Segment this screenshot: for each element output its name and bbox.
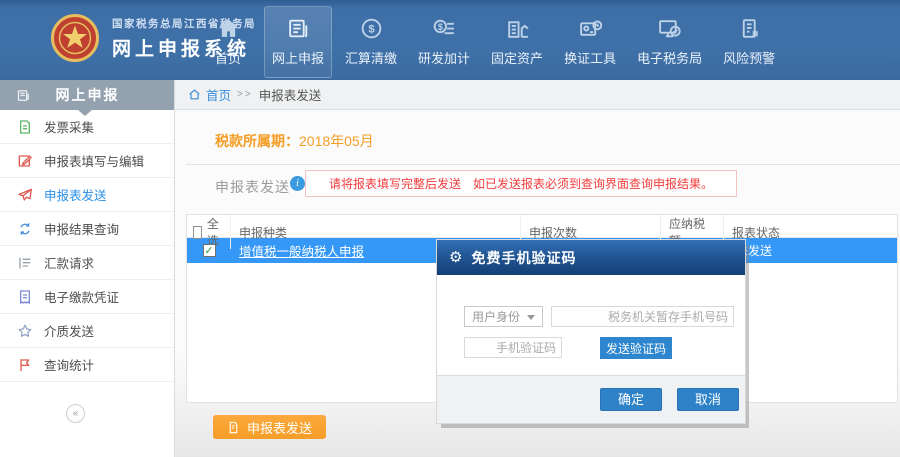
chevron-down-icon	[527, 315, 535, 320]
sidebar-item-result-query[interactable]: 申报结果查询	[0, 212, 174, 246]
svg-text:$: $	[368, 24, 375, 36]
sidebar-item-label: 申报表发送	[44, 185, 107, 204]
sidebar-item-label: 申报结果查询	[44, 219, 119, 238]
sidebar: 网上申报 发票采集 申报表填写与编辑 申报表发送	[0, 80, 175, 457]
sidebar-item-label: 发票采集	[44, 117, 94, 136]
sidebar-item-label: 查询统计	[44, 355, 94, 374]
breadcrumb-home[interactable]: 首页	[188, 85, 231, 104]
sidebar-item-query-stats[interactable]: 查询统计	[0, 348, 174, 382]
edit-form-icon	[17, 153, 33, 169]
payment-receipt-icon	[17, 289, 33, 305]
stats-flag-icon	[17, 357, 33, 373]
nav-label: 电子税务局	[637, 48, 702, 67]
nav-label: 风险预警	[723, 48, 775, 67]
nav-label: 网上申报	[272, 48, 324, 67]
home-icon	[188, 88, 201, 101]
declare-icon	[16, 88, 31, 103]
modal-title: 免费手机验证码	[471, 248, 576, 268]
breadcrumb-separator: >>	[237, 89, 253, 100]
ok-button[interactable]: 确定	[600, 388, 662, 411]
tax-period-value: 2018年05月	[299, 133, 374, 149]
divider	[186, 164, 900, 165]
etax-bureau-icon	[657, 16, 682, 41]
home-icon	[216, 16, 241, 41]
modal-body: 用户身份 发送验证码	[437, 275, 745, 375]
sidebar-item-label: 申报表填写与编辑	[44, 151, 144, 170]
breadcrumb: 首页 >> 申报表发送	[175, 80, 900, 110]
sidebar-item-remittance-request[interactable]: 汇款请求	[0, 246, 174, 280]
nav-item-cert-tool[interactable]: 换证工具	[556, 6, 624, 78]
cert-tool-icon	[578, 16, 603, 41]
table-header-row: 全选 申报种类 申报次数 应纳税额 报表状态	[187, 215, 897, 238]
paper-plane-icon	[17, 187, 33, 203]
info-icon: i	[290, 176, 305, 191]
warning-message: 请将报表填写完整后发送 如已发送报表必须到查询界面查询申报结果。	[305, 170, 737, 197]
settlement-coin-icon: $	[359, 16, 384, 41]
nav-label: 汇算清缴	[345, 48, 397, 67]
rnd-deduction-icon: $	[432, 16, 457, 41]
breadcrumb-home-label[interactable]: 首页	[206, 85, 231, 104]
select-all-checkbox[interactable]	[193, 226, 202, 239]
tax-period-label: 税款所属期：	[215, 133, 299, 149]
tax-period: 税款所属期：2018年05月	[215, 131, 374, 151]
nav-item-online-declare[interactable]: 网上申报	[264, 6, 332, 78]
nav-item-settlement[interactable]: $ 汇算清缴	[337, 6, 405, 78]
svg-text:$: $	[437, 22, 442, 32]
nav-item-etax-bureau[interactable]: 电子税务局	[629, 6, 710, 78]
sidebar-item-fill-edit[interactable]: 申报表填写与编辑	[0, 144, 174, 178]
modal-title-bar: ⚙ 免费手机验证码	[437, 240, 745, 275]
identity-select[interactable]: 用户身份	[464, 306, 543, 327]
sidebar-collapse-button[interactable]: «	[66, 404, 85, 423]
remittance-list-icon	[17, 255, 33, 271]
sidebar-item-label: 电子缴款凭证	[44, 287, 119, 306]
section-title: 申报表发送	[215, 177, 290, 197]
nav-item-risk-alert[interactable]: 风险预警	[715, 6, 783, 78]
sidebar-title: 网上申报	[31, 85, 144, 105]
risk-alert-icon	[737, 16, 762, 41]
sidebar-item-media-send[interactable]: 介质发送	[0, 314, 174, 348]
identity-select-value: 用户身份	[472, 308, 520, 325]
top-navigation: 首页 网上申报 $ 汇算清缴 $	[197, 6, 783, 78]
app-window: 国家税务总局江西省税务局 网上申报系统 首页 网上申报	[0, 0, 900, 457]
top-header: 国家税务总局江西省税务局 网上申报系统 首页 网上申报	[0, 0, 900, 80]
fixed-assets-icon	[505, 16, 530, 41]
sidebar-item-label: 介质发送	[44, 321, 94, 340]
declare-icon	[286, 16, 311, 41]
nav-item-home[interactable]: 首页	[197, 6, 259, 78]
row-checkbox[interactable]: ✓	[203, 244, 216, 257]
sms-code-input[interactable]	[464, 337, 562, 358]
send-code-button[interactable]: 发送验证码	[600, 337, 672, 359]
sms-verification-modal: ⚙ 免费手机验证码 用户身份 发送验证码 确定 取消	[437, 240, 745, 423]
nav-label: 研发加计	[418, 48, 470, 67]
phone-number-input[interactable]	[551, 306, 734, 327]
nav-item-fixed-assets[interactable]: 固定资产	[483, 6, 551, 78]
invoice-doc-icon	[17, 119, 33, 135]
sidebar-header: 网上申报	[0, 80, 174, 110]
result-query-icon	[17, 221, 33, 237]
send-doc-icon	[227, 421, 240, 434]
breadcrumb-current: 申报表发送	[259, 85, 322, 104]
row-status: 未发送	[724, 242, 897, 259]
media-star-icon	[17, 323, 33, 339]
nav-label: 固定资产	[491, 48, 543, 67]
nav-label: 首页	[215, 48, 241, 67]
modal-footer: 确定 取消	[437, 375, 745, 423]
submit-declaration-label: 申报表发送	[247, 418, 312, 437]
cancel-button[interactable]: 取消	[677, 388, 739, 411]
sidebar-item-payment-receipt[interactable]: 电子缴款凭证	[0, 280, 174, 314]
nav-label: 换证工具	[564, 48, 616, 67]
submit-declaration-button[interactable]: 申报表发送	[213, 415, 326, 439]
national-emblem-icon	[50, 13, 100, 63]
nav-item-rnd-deduction[interactable]: $ 研发加计	[410, 6, 478, 78]
row-checkbox-cell: ✓	[187, 244, 231, 257]
sidebar-item-send-form[interactable]: 申报表发送	[0, 178, 174, 212]
gear-icon: ⚙	[449, 250, 462, 265]
sidebar-item-label: 汇款请求	[44, 253, 94, 272]
